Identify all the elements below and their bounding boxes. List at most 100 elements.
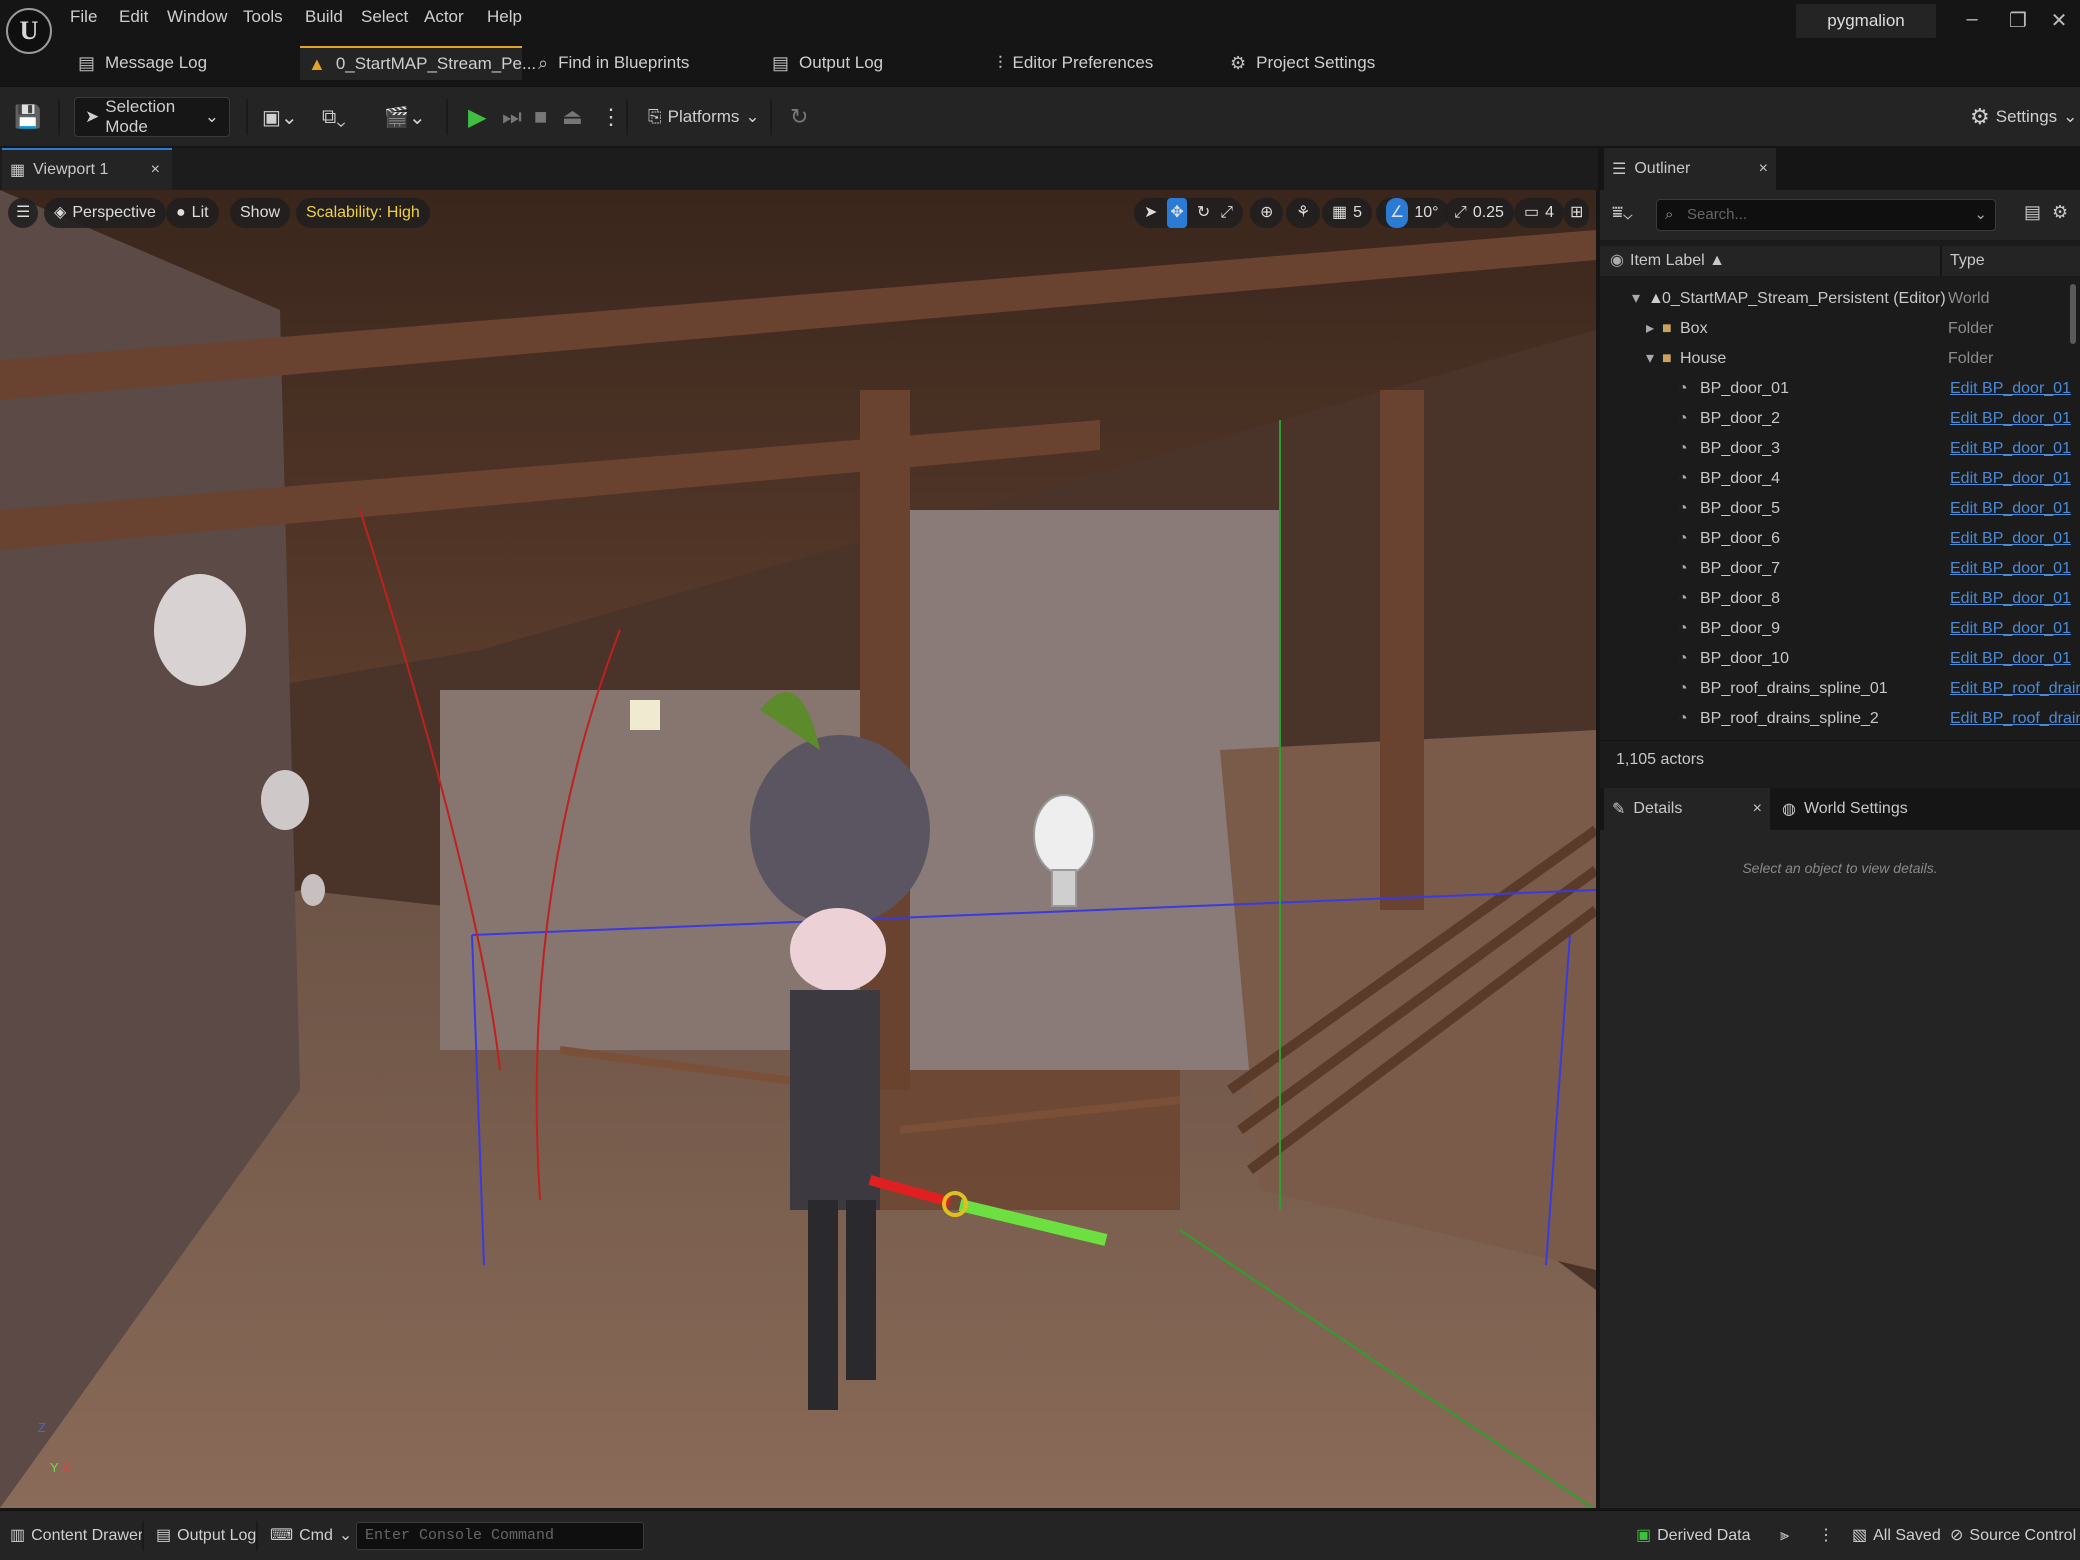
edit-blueprint-link[interactable]: Edit BP_roof_drain — [1950, 704, 2080, 734]
tab-editor-preferences[interactable]: ⫶ Editor Preferences — [998, 46, 1158, 80]
unreal-logo[interactable]: U — [6, 8, 52, 54]
filter-icon[interactable]: ⩸⌄ — [1612, 202, 1633, 223]
menu-actor[interactable]: Actor — [424, 4, 464, 30]
user-name[interactable]: pygmalion — [1796, 4, 1936, 38]
edit-blueprint-link[interactable]: Edit BP_door_01 — [1950, 554, 2071, 584]
level-viewport[interactable]: Z Y X ☰ ◈ Perspective ● Lit Show Scalabili… — [0, 190, 1596, 1508]
outliner-row-actor[interactable]: ◔ BP_door_6 Edit BP_door_01 — [1600, 524, 2071, 554]
outliner-row-actor[interactable]: ◔ BP_door_2 Edit BP_door_01 — [1600, 404, 2071, 434]
column-type[interactable]: Type — [1950, 246, 1985, 276]
edit-blueprint-link[interactable]: Edit BP_door_01 — [1950, 464, 2071, 494]
outliner-row-actor[interactable]: ◔ BP_door_8 Edit BP_door_01 — [1600, 584, 2071, 614]
selection-mode-dropdown[interactable]: ➤ Selection Mode ⌄ — [74, 97, 230, 137]
select-tool-icon[interactable]: ➤ — [1144, 198, 1157, 228]
menu-edit[interactable]: Edit — [119, 4, 148, 30]
tab-viewport[interactable]: ▦ Viewport 1 × — [2, 148, 172, 190]
menu-help[interactable]: Help — [487, 4, 522, 30]
perspective-button[interactable]: ◈ Perspective — [44, 198, 166, 228]
scalability-button[interactable]: Scalability: High — [296, 198, 430, 228]
restore-icon[interactable]: ❐ — [2003, 8, 2033, 33]
menu-select[interactable]: Select — [361, 4, 408, 30]
outliner-row-actor[interactable]: ◔ BP_door_7 Edit BP_door_01 — [1600, 554, 2071, 584]
scale-snap-button[interactable]: ⤢ 0.25 — [1444, 198, 1514, 228]
platforms-dropdown[interactable]: ⎘ Platforms ⌄ — [648, 97, 760, 137]
source-control-button[interactable]: ⊘ Source Control — [1950, 1521, 2076, 1551]
expanded-arrow-icon[interactable]: ▾ — [1632, 284, 1640, 314]
camera-speed-button[interactable]: ▭ 4 — [1514, 198, 1565, 228]
rotation-snap-button[interactable]: ∠ 10° — [1376, 198, 1449, 228]
tab-project-settings[interactable]: ⚙ Project Settings — [1230, 46, 1390, 80]
layout-icon[interactable]: ⊞ — [1564, 198, 1590, 228]
hot-reload-icon[interactable]: ↻ — [790, 97, 808, 137]
tab-details[interactable]: ✎ Details × — [1604, 788, 1770, 830]
add-actor-icon[interactable]: ▣⌄ — [262, 97, 298, 137]
show-button[interactable]: Show — [230, 198, 291, 228]
tab-output-log[interactable]: ▤ Output Log — [772, 46, 922, 80]
surface-snap-icon[interactable]: ⚘ — [1286, 198, 1321, 228]
edit-blueprint-link[interactable]: Edit BP_door_01 — [1950, 524, 2071, 554]
edit-blueprint-link[interactable]: Edit BP_door_01 — [1950, 494, 2071, 524]
menu-window[interactable]: Window — [167, 4, 227, 30]
outliner-row-folder[interactable]: ▾ ■ House Folder — [1600, 344, 2070, 374]
outliner-row-actor[interactable]: ◔ BP_roof_drains_spline_01 Edit BP_roof_… — [1600, 674, 2080, 704]
edit-blueprint-link[interactable]: Edit BP_door_01 — [1950, 404, 2071, 434]
rotate-tool-icon[interactable]: ↻ — [1197, 198, 1210, 228]
derived-data-button[interactable]: ▣ Derived Data — [1636, 1521, 1751, 1551]
tab-world-settings[interactable]: ◍ World Settings — [1782, 788, 1908, 830]
blueprint-icon[interactable]: ⧉⌄ — [322, 97, 346, 137]
minimize-icon[interactable]: – — [1957, 8, 1987, 31]
play-icon[interactable]: ▶ — [468, 97, 486, 137]
stop-icon[interactable]: ■ — [534, 97, 547, 137]
lit-button[interactable]: ● Lit — [166, 198, 219, 228]
output-log-button[interactable]: ▤ Output Log — [156, 1521, 256, 1551]
outliner-row-actor[interactable]: ◔ BP_door_01 Edit BP_door_01 — [1600, 374, 2071, 404]
menu-tools[interactable]: Tools — [243, 4, 283, 30]
edit-blueprint-link[interactable]: Edit BP_door_01 — [1950, 374, 2071, 404]
more-options-icon[interactable]: ⋮ — [600, 97, 622, 137]
menu-file[interactable]: File — [70, 4, 97, 30]
trace-icon[interactable]: ⫸ — [1780, 1521, 1789, 1551]
collapsed-arrow-icon[interactable]: ▸ — [1646, 314, 1654, 344]
edit-blueprint-link[interactable]: Edit BP_door_01 — [1950, 434, 2071, 464]
outliner-row-folder[interactable]: ▸ ■ Box Folder — [1600, 314, 2070, 344]
tab-message-log[interactable]: ▤ Message Log — [78, 46, 288, 80]
close-tab-icon[interactable]: × — [151, 161, 160, 179]
edit-blueprint-link[interactable]: Edit BP_door_01 — [1950, 644, 2071, 674]
cmd-dropdown[interactable]: ⌨ Cmd ⌄ — [270, 1521, 352, 1551]
save-status-button[interactable]: ▧ All Saved — [1852, 1521, 1941, 1551]
search-input[interactable]: ⌕ Search... ⌄ — [1656, 199, 1996, 231]
close-tab-icon[interactable]: × — [1759, 160, 1768, 178]
settings-dropdown[interactable]: ⚙ Settings ⌄ — [1970, 97, 2077, 137]
world-local-icon[interactable]: ⊕ — [1250, 198, 1284, 228]
outliner-row-actor[interactable]: ◔ BP_door_9 Edit BP_door_01 — [1600, 614, 2071, 644]
edit-blueprint-link[interactable]: Edit BP_roof_drain — [1950, 674, 2080, 704]
eject-icon[interactable]: ⏏ — [562, 97, 583, 137]
outliner-row-actor[interactable]: ◔ BP_roof_drains_spline_2 Edit BP_roof_d… — [1600, 704, 2080, 734]
tab-outliner[interactable]: ☰ Outliner × — [1604, 148, 1776, 190]
close-icon[interactable]: ✕ — [2044, 8, 2074, 33]
visibility-icon[interactable]: ◉ — [1610, 246, 1624, 276]
menu-build[interactable]: Build — [305, 4, 343, 30]
close-tab-icon[interactable]: × — [1753, 800, 1762, 818]
console-input[interactable]: Enter Console Command — [356, 1522, 644, 1550]
outliner-row-world[interactable]: ▾ ▲ 0_StartMAP_Stream_Persistent (Editor… — [1600, 284, 2070, 314]
tab-find-in-blueprints[interactable]: ⌕ Find in Blueprints — [538, 46, 738, 80]
outliner-row-actor[interactable]: ◔ BP_door_3 Edit BP_door_01 — [1600, 434, 2071, 464]
move-tool-icon[interactable]: ✥ — [1167, 198, 1187, 228]
outliner-row-actor[interactable]: ◔ BP_door_4 Edit BP_door_01 — [1600, 464, 2071, 494]
outliner-row-actor[interactable]: ◔ BP_door_10 Edit BP_door_01 — [1600, 644, 2071, 674]
save-icon[interactable]: 💾 — [14, 97, 41, 137]
cinematics-icon[interactable]: 🎬⌄ — [384, 97, 426, 137]
grid-snap-button[interactable]: ▦ 5 — [1322, 198, 1373, 228]
tab-level[interactable]: ▲ 0_StartMAP_Stream_Pe... — [300, 46, 536, 80]
edit-blueprint-link[interactable]: Edit BP_door_01 — [1950, 614, 2071, 644]
column-item-label[interactable]: Item Label ▲ — [1630, 246, 1725, 276]
column-divider[interactable] — [1940, 246, 1942, 276]
content-drawer-button[interactable]: ▥ Content Drawer — [10, 1521, 143, 1551]
gear-icon[interactable]: ⚙ — [2052, 202, 2068, 223]
outliner-scrollbar[interactable] — [2070, 284, 2076, 344]
step-icon[interactable]: ⏭ — [502, 97, 522, 137]
outliner-row-actor[interactable]: ◔ BP_door_5 Edit BP_door_01 — [1600, 494, 2071, 524]
add-folder-icon[interactable]: ▤ — [2024, 202, 2041, 223]
scale-tool-icon[interactable]: ⤢ — [1220, 198, 1233, 228]
